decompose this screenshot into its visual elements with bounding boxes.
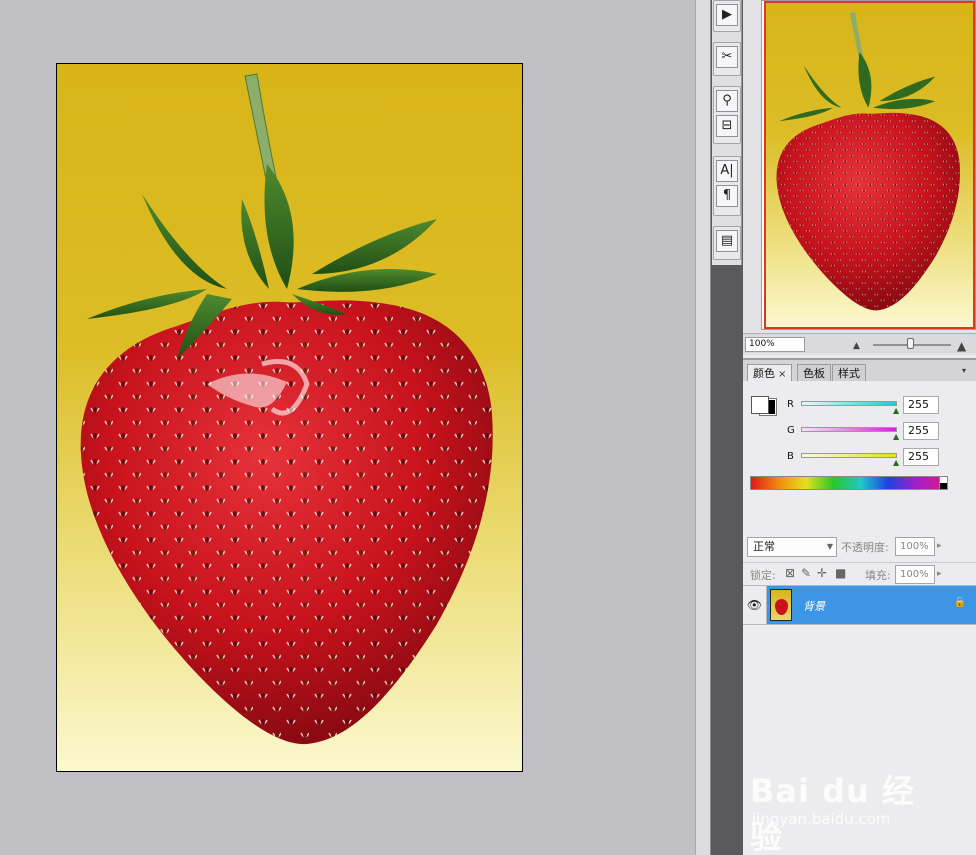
opacity-label: 不透明度: bbox=[841, 541, 889, 554]
fill-input[interactable]: 100% bbox=[895, 565, 935, 584]
blend-mode-value: 正常 bbox=[753, 540, 775, 553]
play-action-icon[interactable]: ▶ bbox=[716, 4, 738, 26]
navigator-zoom-bar: 100% ▲ ▲ bbox=[743, 333, 976, 353]
tab-swatches-label: 色板 bbox=[803, 367, 825, 380]
navigator-panel: 100% ▲ ▲ bbox=[743, 0, 976, 355]
character-icon[interactable]: A| bbox=[716, 160, 738, 182]
opacity-dropdown-icon[interactable]: ▸ bbox=[937, 541, 942, 551]
strawberry-image bbox=[80, 73, 493, 745]
collapsed-panel-strip: ▶ ✂ ⚲ ⊟ A| ¶ ▤ bbox=[712, 0, 742, 265]
red-channel-row: R ▲ 255 bbox=[783, 396, 973, 418]
black-white-ramp[interactable] bbox=[939, 476, 948, 490]
chevron-down-icon: ▼ bbox=[826, 542, 833, 551]
zoom-input[interactable]: 100% bbox=[745, 337, 805, 352]
clone-source-icon[interactable]: ⚲ bbox=[716, 90, 738, 112]
tab-close-icon[interactable]: × bbox=[778, 369, 786, 380]
red-slider-handle-icon[interactable]: ▲ bbox=[893, 407, 899, 415]
green-channel-slider[interactable] bbox=[801, 427, 897, 432]
tab-styles-label: 样式 bbox=[838, 367, 860, 380]
color-panel-tabbar: 颜色 × 色板 样式 ▾ bbox=[743, 358, 976, 383]
layer-name[interactable]: 背景 bbox=[803, 598, 825, 614]
green-channel-row: G ▲ 255 bbox=[783, 422, 973, 444]
panel-menu-icon[interactable]: ▾ bbox=[962, 367, 972, 375]
strip-group-notes: ▤ bbox=[713, 226, 741, 260]
strip-group-tools: ✂ bbox=[713, 42, 741, 76]
document-workspace bbox=[0, 0, 695, 855]
strip-group-clone: ⚲ ⊟ bbox=[713, 86, 741, 144]
blue-slider-handle-icon[interactable]: ▲ bbox=[893, 459, 899, 467]
zoom-out-icon[interactable]: ▲ bbox=[853, 341, 860, 351]
layer-row-selected[interactable]: 背景 🔒 bbox=[767, 586, 976, 624]
zoom-slider-handle[interactable] bbox=[907, 338, 914, 349]
lock-all-icon[interactable]: ■ bbox=[835, 566, 846, 580]
lock-row: 锁定: ⊠ ✎ ✛ ■ 填充: 100% ▸ bbox=[743, 562, 976, 584]
blue-channel-row: B ▲ 255 bbox=[783, 448, 973, 470]
eye-icon[interactable]: 👁 bbox=[743, 586, 767, 624]
tools-preset-icon[interactable]: ✂ bbox=[716, 46, 738, 68]
stamp-icon[interactable]: ⊟ bbox=[716, 115, 738, 137]
strip-group-actions: ▶ bbox=[713, 0, 741, 32]
blue-channel-slider[interactable] bbox=[801, 453, 897, 458]
panel-dock-divider[interactable] bbox=[695, 0, 711, 855]
foreground-color-swatch[interactable] bbox=[751, 396, 769, 414]
document-canvas[interactable] bbox=[56, 63, 523, 772]
strip-group-type: A| ¶ bbox=[713, 156, 741, 216]
layer-thumbnail-strawberry bbox=[775, 599, 788, 615]
layer-row[interactable]: 👁 背景 🔒 bbox=[743, 585, 976, 625]
fill-label: 填充: bbox=[865, 569, 891, 582]
blue-channel-label: B bbox=[787, 451, 794, 462]
navigator-preview[interactable] bbox=[761, 0, 976, 330]
red-channel-input[interactable]: 255 bbox=[903, 396, 939, 414]
lock-transparency-icon[interactable]: ⊠ bbox=[785, 566, 795, 580]
fill-dropdown-icon[interactable]: ▸ bbox=[937, 569, 942, 579]
red-channel-slider[interactable] bbox=[801, 401, 897, 406]
layers-panel: 正常 ▼ 不透明度: 100% ▸ 锁定: ⊠ ✎ ✛ ■ 填充: 100% ▸… bbox=[743, 507, 976, 855]
green-channel-label: G bbox=[787, 425, 795, 436]
opacity-input[interactable]: 100% bbox=[895, 537, 935, 556]
green-channel-input[interactable]: 255 bbox=[903, 422, 939, 440]
navigator-view-box[interactable] bbox=[764, 1, 975, 329]
blend-mode-select[interactable]: 正常 ▼ bbox=[747, 537, 837, 557]
paragraph-icon[interactable]: ¶ bbox=[716, 185, 738, 207]
notes-icon[interactable]: ▤ bbox=[716, 230, 738, 252]
blue-channel-input[interactable]: 255 bbox=[903, 448, 939, 466]
color-spectrum-ramp[interactable] bbox=[750, 476, 948, 490]
panel-column: 100% ▲ ▲ 颜色 × 色板 样式 ▾ R ▲ 255 G ▲ 255 B … bbox=[743, 0, 976, 855]
lock-position-icon[interactable]: ✛ bbox=[817, 566, 827, 580]
navigator-thumbnail-image bbox=[776, 12, 960, 311]
green-slider-handle-icon[interactable]: ▲ bbox=[893, 433, 899, 441]
lock-label: 锁定: bbox=[750, 569, 776, 582]
layer-thumbnail bbox=[770, 589, 792, 621]
red-channel-label: R bbox=[787, 399, 794, 410]
zoom-in-icon[interactable]: ▲ bbox=[957, 339, 966, 353]
lock-pixels-icon[interactable]: ✎ bbox=[801, 566, 811, 580]
layer-lock-icon: 🔒 bbox=[953, 597, 966, 608]
tab-color-label: 颜色 bbox=[753, 367, 775, 380]
color-panel: R ▲ 255 G ▲ 255 B ▲ 255 bbox=[743, 381, 976, 501]
